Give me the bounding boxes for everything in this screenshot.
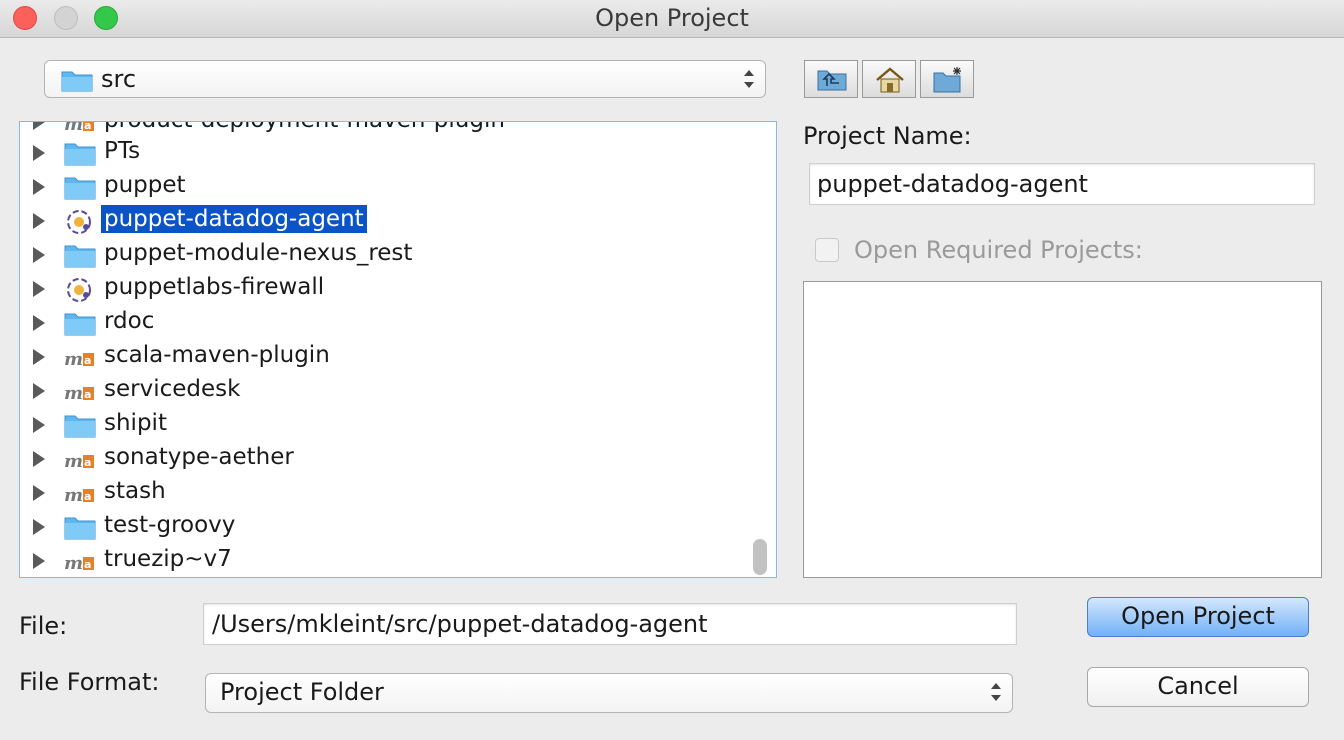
tree-item-label: stash xyxy=(104,478,166,504)
open-required-projects-label: Open Required Projects: xyxy=(854,236,1143,264)
tree-item-label: puppet-datadog-agent xyxy=(101,205,367,233)
required-projects-list[interactable] xyxy=(803,281,1322,578)
tree-row[interactable]: ma servicedesk xyxy=(20,374,760,408)
tree-item-label: shipit xyxy=(104,410,167,436)
tree-item-label: puppet-module-nexus_rest xyxy=(104,240,413,266)
home-button[interactable] xyxy=(862,60,916,98)
new-folder-button[interactable] xyxy=(920,60,974,98)
maven-project-icon: ma xyxy=(64,547,96,575)
location-combo[interactable]: src xyxy=(44,60,766,98)
tree-row[interactable]: test-groovy xyxy=(20,510,760,544)
folder-icon xyxy=(64,139,96,167)
tree-item-label: scala-maven-plugin xyxy=(104,342,330,368)
svg-text:m: m xyxy=(64,451,83,472)
up-folder-button[interactable] xyxy=(804,60,858,98)
folder-icon xyxy=(64,513,96,541)
maven-project-icon: ma xyxy=(64,121,96,136)
svg-text:m: m xyxy=(64,485,83,506)
tree-row[interactable]: ma sonatype-aether xyxy=(20,442,760,476)
project-name-field[interactable]: puppet-datadog-agent xyxy=(809,163,1315,205)
tree-item-label: sonatype-aether xyxy=(104,444,294,470)
project-tree[interactable]: ma product-deployment-maven-plugin PTs p… xyxy=(19,121,777,578)
svg-text:m: m xyxy=(64,121,83,135)
folder-icon xyxy=(61,68,93,96)
tree-row[interactable]: ma truezip~v7 xyxy=(20,544,760,577)
tree-row[interactable]: ma stash xyxy=(20,476,760,510)
file-format-value: Project Folder xyxy=(220,678,384,706)
file-format-label: File Format: xyxy=(19,668,160,696)
svg-text:a: a xyxy=(84,490,91,503)
tree-row[interactable]: rdoc xyxy=(20,306,760,340)
svg-text:m: m xyxy=(64,553,83,574)
svg-text:m: m xyxy=(64,349,83,370)
puppet-project-icon xyxy=(64,207,96,235)
tree-item-label: product-deployment-maven-plugin xyxy=(101,122,508,134)
expand-arrow-icon[interactable] xyxy=(33,213,45,229)
expand-arrow-icon[interactable] xyxy=(33,122,45,130)
expand-arrow-icon[interactable] xyxy=(33,451,45,467)
tree-item-label: PTs xyxy=(104,138,141,164)
svg-text:a: a xyxy=(84,456,91,469)
tree-item-label: puppet xyxy=(104,172,186,198)
svg-text:a: a xyxy=(84,388,91,401)
tree-item-label: truezip~v7 xyxy=(104,546,232,572)
tree-row-selected[interactable]: puppet-datadog-agent xyxy=(20,204,760,238)
svg-text:m: m xyxy=(64,383,83,404)
puppet-project-icon xyxy=(64,275,96,303)
expand-arrow-icon[interactable] xyxy=(33,383,45,399)
home-icon xyxy=(876,67,904,93)
new-folder-icon xyxy=(933,67,961,93)
tree-row[interactable]: puppet xyxy=(20,170,760,204)
svg-text:a: a xyxy=(84,558,91,571)
tree-row[interactable]: PTs xyxy=(20,136,760,170)
folder-icon xyxy=(64,411,96,439)
location-current: src xyxy=(101,65,137,93)
maven-project-icon: ma xyxy=(64,479,96,507)
expand-arrow-icon[interactable] xyxy=(33,519,45,535)
tree-row[interactable]: puppetlabs-firewall xyxy=(20,272,760,306)
up-folder-icon xyxy=(817,70,847,91)
svg-text:a: a xyxy=(84,121,91,132)
project-name-label: Project Name: xyxy=(803,122,972,150)
open-required-projects-checkbox[interactable] xyxy=(815,238,839,262)
tree-row[interactable]: ma scala-maven-plugin xyxy=(20,340,760,374)
folder-icon xyxy=(64,173,96,201)
title-bar: Open Project xyxy=(0,0,1344,38)
tree-item-label: servicedesk xyxy=(104,376,241,402)
tree-item-label: test-groovy xyxy=(104,512,236,538)
open-project-button[interactable]: Open Project xyxy=(1087,597,1309,637)
expand-arrow-icon[interactable] xyxy=(33,179,45,195)
tree-item-label: puppetlabs-firewall xyxy=(104,274,325,300)
expand-arrow-icon[interactable] xyxy=(33,349,45,365)
file-format-select[interactable]: Project Folder xyxy=(205,673,1013,713)
tree-row[interactable]: puppet-module-nexus_rest xyxy=(20,238,760,272)
maven-project-icon: ma xyxy=(64,343,96,371)
svg-text:a: a xyxy=(84,354,91,367)
file-path-field[interactable]: /Users/mkleint/src/puppet-datadog-agent xyxy=(203,603,1017,645)
updown-arrows-icon xyxy=(990,680,1002,704)
tree-item-label: rdoc xyxy=(104,308,155,334)
file-label: File: xyxy=(19,612,68,640)
expand-arrow-icon[interactable] xyxy=(33,553,45,569)
maven-project-icon: ma xyxy=(64,445,96,473)
tree-row[interactable]: shipit xyxy=(20,408,760,442)
expand-arrow-icon[interactable] xyxy=(33,417,45,433)
expand-arrow-icon[interactable] xyxy=(33,281,45,297)
cancel-button[interactable]: Cancel xyxy=(1087,667,1309,707)
folder-icon xyxy=(64,241,96,269)
expand-arrow-icon[interactable] xyxy=(33,485,45,501)
expand-arrow-icon[interactable] xyxy=(33,315,45,331)
updown-arrows-icon xyxy=(743,67,755,91)
tree-scrollbar-thumb[interactable] xyxy=(753,539,767,575)
folder-icon xyxy=(64,309,96,337)
maven-project-icon: ma xyxy=(64,377,96,405)
expand-arrow-icon[interactable] xyxy=(33,247,45,263)
window-title: Open Project xyxy=(595,4,749,32)
expand-arrow-icon[interactable] xyxy=(33,145,45,161)
